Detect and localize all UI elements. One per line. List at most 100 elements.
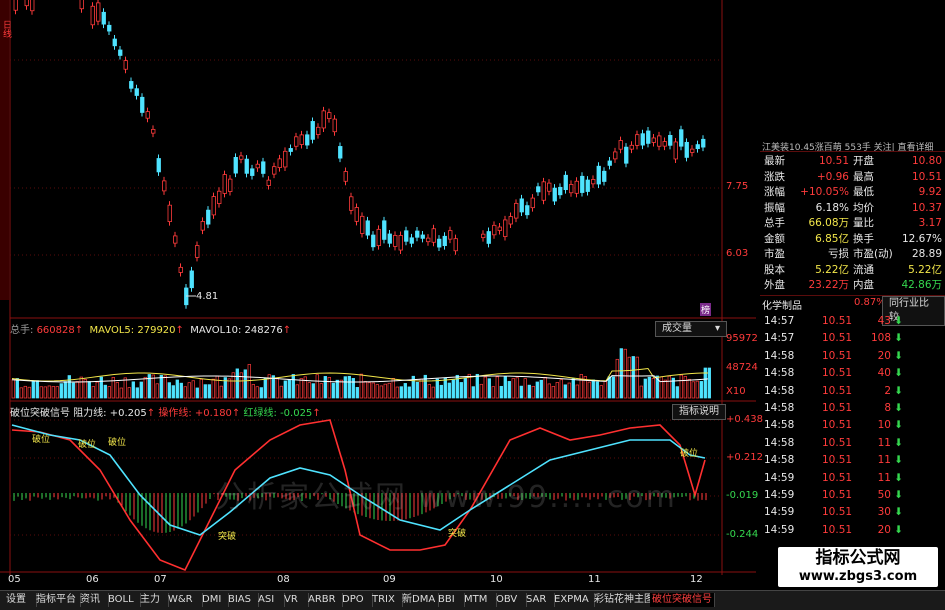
- candle-body: [668, 134, 673, 146]
- volume-bar: [59, 383, 63, 399]
- tick-volume: 30: [877, 506, 891, 519]
- quote-row: 市盈 亏损 市盈(动) 28.89: [760, 247, 945, 261]
- tab-14[interactable]: BBI: [436, 593, 465, 607]
- candle-body: [123, 60, 128, 70]
- tab-17[interactable]: SAR: [524, 593, 555, 607]
- month-label: 08: [277, 574, 290, 585]
- industry-row[interactable]: 化学制品: [762, 297, 802, 312]
- tab-16[interactable]: OBV: [494, 593, 527, 607]
- indicator-axis-label: +0.212: [726, 452, 764, 463]
- candle-body: [635, 134, 640, 146]
- tab-0[interactable]: 设置: [4, 593, 37, 607]
- volume-bar: [187, 382, 191, 399]
- candle-body: [272, 166, 277, 175]
- volume-bar: [203, 384, 207, 399]
- tick-time: 14:58: [764, 367, 795, 380]
- info-marker[interactable]: 榜: [700, 303, 712, 316]
- volume-bar: [603, 380, 607, 399]
- indicator-tab-bar: 设置 指标平台 资讯 BOLL 主力 W&R DMI BIAS ASI VR ARBR DPO TRIX…: [0, 590, 945, 610]
- volume-bar: [339, 379, 343, 399]
- candle-body: [129, 81, 134, 89]
- tick-row: 14:58 10.51 10 ⬇: [760, 417, 945, 434]
- candle-body: [690, 148, 695, 153]
- tick-time: 14:59: [764, 489, 795, 501]
- down-arrow-icon: ⬇: [894, 471, 903, 484]
- tick-volume: 8: [884, 402, 891, 414]
- side-tab[interactable]: 日线: [0, 0, 11, 300]
- tick-volume: 20: [877, 349, 891, 362]
- volume-bar: [639, 385, 643, 399]
- volume-bar: [527, 384, 531, 399]
- tab-6[interactable]: DMI: [200, 593, 229, 607]
- volume-bar: [87, 381, 91, 399]
- tab-7[interactable]: BIAS: [226, 593, 259, 607]
- tab-2[interactable]: 资讯: [78, 593, 109, 607]
- volume-bar: [503, 376, 507, 399]
- volume-bar: [79, 376, 83, 399]
- tab-10[interactable]: ARBR: [306, 593, 343, 607]
- tab-9[interactable]: VR: [282, 593, 309, 607]
- tick-time: 14:59: [764, 471, 795, 484]
- signal-label: 突破: [218, 532, 237, 542]
- candle-body: [145, 111, 150, 119]
- candle-body: [398, 235, 403, 251]
- volume-legend: 总手: 660828↑ MAVOL5: 279920↑ MAVOL10: 248…: [10, 325, 292, 336]
- candle-body: [453, 238, 458, 252]
- tab-20[interactable]: 破位突破信号: [650, 593, 715, 607]
- tab-12[interactable]: TRIX: [370, 593, 403, 607]
- tab-4[interactable]: 主力: [138, 593, 169, 607]
- chart-area[interactable]: 日线 7.75 6.03 4.81 榜 总手: 660828↑ MAVOL5: …: [0, 0, 763, 575]
- volume-bar: [595, 381, 599, 399]
- candle-body: [558, 186, 563, 196]
- candle-body: [310, 121, 315, 140]
- volume-bar: [683, 376, 687, 399]
- candle-body: [189, 270, 194, 289]
- quote-label: 涨幅: [764, 186, 785, 198]
- quote-label: 金额: [764, 232, 785, 245]
- tab-15[interactable]: MTM: [462, 593, 497, 607]
- tick-volume: 2: [884, 384, 891, 397]
- volume-bar: [183, 386, 187, 399]
- candle-body: [151, 128, 156, 134]
- candle-body: [552, 187, 557, 202]
- tab-1[interactable]: 指标平台: [34, 593, 81, 607]
- tab-13[interactable]: 新DMA: [400, 593, 439, 607]
- volume-bar: [555, 382, 559, 399]
- volume-bar: [123, 377, 127, 399]
- candlestick-series: [13, 0, 706, 309]
- candle-body: [679, 129, 684, 147]
- candle-body: [338, 146, 343, 159]
- tab-5[interactable]: W&R: [166, 593, 203, 607]
- tab-19[interactable]: 彩钻花神主图: [592, 593, 654, 607]
- volume-bar: [511, 378, 515, 399]
- indicator-axis-label: -0.244: [726, 529, 759, 540]
- tick-time: 14:59: [764, 523, 795, 536]
- candle-body: [354, 207, 359, 222]
- volume-bar: [551, 386, 555, 399]
- volume-bar: [27, 386, 31, 399]
- quote-value: 亏损: [828, 248, 849, 260]
- candle-body: [206, 209, 211, 225]
- quote-label: 最低: [853, 186, 874, 198]
- tab-18[interactable]: EXPMA: [552, 593, 595, 607]
- side-tab-label: 日线: [1, 20, 11, 38]
- volume-bar: [371, 382, 375, 399]
- tab-8[interactable]: ASI: [256, 593, 285, 607]
- volume-bar: [311, 383, 315, 399]
- candle-body: [442, 235, 447, 247]
- volume-indicator-select[interactable]: 成交量 ▾: [655, 321, 727, 337]
- volume-bar: [447, 382, 451, 399]
- volume-bar: [651, 377, 655, 399]
- candle-body: [613, 151, 618, 160]
- quote-label: 最高: [853, 170, 874, 183]
- volume-bar: [699, 381, 703, 399]
- tab-3[interactable]: BOLL: [106, 593, 141, 607]
- candle-body: [547, 182, 552, 192]
- volume-bar: [363, 381, 367, 399]
- indicator-help-button[interactable]: 指标说明: [672, 404, 726, 420]
- volume-bar: [587, 381, 591, 399]
- candle-body: [112, 38, 117, 47]
- tab-11[interactable]: DPO: [340, 593, 373, 607]
- volume-bar: [199, 378, 203, 399]
- volume-bar: [599, 385, 603, 399]
